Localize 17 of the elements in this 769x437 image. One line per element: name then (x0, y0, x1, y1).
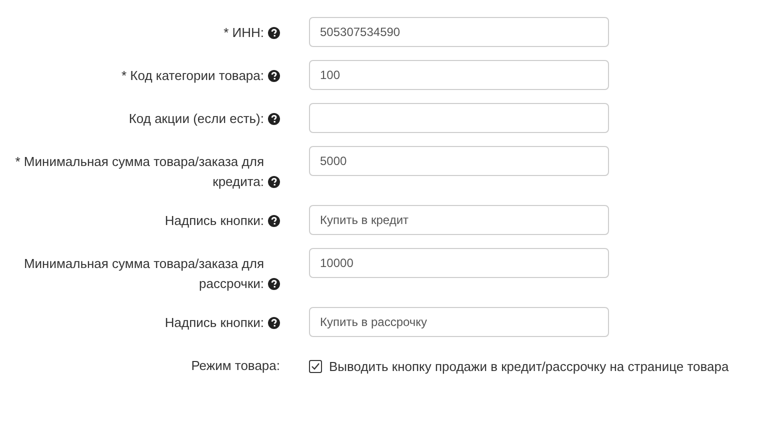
field-label: Минимальная сумма товара/заказа для рассрочки: (22, 255, 264, 293)
input-field[interactable] (309, 103, 609, 133)
field-label: Режим товара: (191, 357, 280, 375)
checkbox[interactable] (309, 360, 322, 374)
field-label: Надпись кнопки: (164, 212, 264, 230)
field-label: * Код категории товара: (122, 67, 264, 85)
input-field[interactable]: Купить в рассрочку (309, 307, 609, 337)
field-label: Надпись кнопки: (164, 314, 264, 332)
field-label: * Минимальная сумма товара/заказа для кредита: (14, 153, 264, 191)
field-label: * ИНН: (224, 24, 264, 42)
field-label: Код акции (если есть): (128, 110, 264, 128)
input-field[interactable]: 100 (309, 60, 609, 90)
input-field[interactable]: 505307534590 (309, 17, 609, 47)
checkbox-label: Выводить кнопку продажи в кредит/рассрочку на странице товара (329, 358, 729, 376)
input-field[interactable]: 5000 (309, 146, 609, 176)
input-field[interactable]: Купить в кредит (309, 205, 609, 235)
input-field[interactable]: 10000 (309, 248, 609, 278)
